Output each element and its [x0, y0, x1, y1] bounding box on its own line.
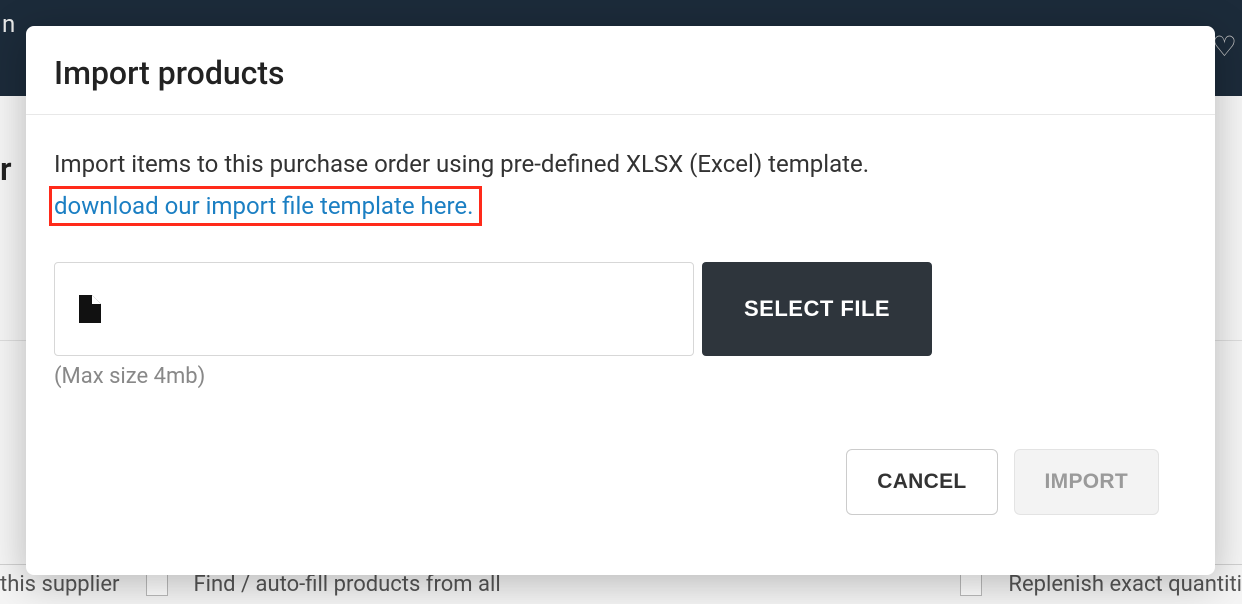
cancel-button[interactable]: CANCEL: [846, 449, 997, 515]
bg-option-text-2: Find / auto-fill products from all: [194, 572, 501, 597]
favorite-icon[interactable]: ♡: [1212, 30, 1237, 63]
bg-checkbox-2[interactable]: [960, 574, 982, 596]
selected-file-display: [54, 262, 694, 356]
bg-header-fragment: n: [2, 10, 15, 38]
modal-body: Import items to this purchase order usin…: [26, 115, 1215, 575]
file-select-row: SELECT FILE: [54, 262, 1187, 356]
modal-footer: CANCEL IMPORT: [54, 449, 1187, 541]
modal-header: Import products: [26, 26, 1215, 115]
bg-option-text-1: this supplier: [0, 572, 120, 597]
bg-checkbox-1[interactable]: [146, 574, 168, 596]
max-size-hint: (Max size 4mb): [54, 364, 1187, 389]
instruction-text: Import items to this purchase order usin…: [54, 147, 1187, 182]
bg-page-title-fragment: r: [0, 150, 12, 188]
import-button[interactable]: IMPORT: [1014, 449, 1159, 515]
file-icon: [77, 295, 101, 323]
modal-title: Import products: [54, 54, 1187, 92]
select-file-button[interactable]: SELECT FILE: [702, 262, 932, 356]
bg-option-text-3: Replenish exact quantiti: [1008, 572, 1242, 597]
download-template-link[interactable]: download our import file template here.: [49, 186, 482, 226]
import-products-modal: Import products Import items to this pur…: [26, 26, 1215, 575]
